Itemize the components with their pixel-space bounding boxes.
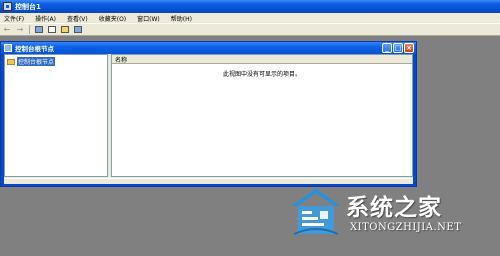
help-button[interactable] bbox=[73, 25, 83, 34]
show-hide-tree-button[interactable] bbox=[34, 25, 44, 34]
back-arrow-icon: ← bbox=[3, 25, 11, 34]
menu-favorites[interactable]: 收藏夹(O) bbox=[99, 14, 126, 23]
window-controls: _ □ × bbox=[381, 43, 414, 53]
menu-help[interactable]: 帮助(H) bbox=[171, 14, 192, 23]
menu-bar: 文件(F) 操作(A) 查看(V) 收藏夹(O) 窗口(W) 帮助(H) bbox=[0, 13, 500, 23]
forward-button[interactable]: → bbox=[15, 25, 25, 34]
toolbar: ← → bbox=[0, 23, 500, 36]
up-one-level-button[interactable] bbox=[47, 25, 57, 34]
column-header-label: 名称 bbox=[115, 56, 128, 64]
up-level-icon bbox=[48, 26, 56, 33]
watermark-logo: 系统之家 XITONGZHIJIA.NET bbox=[290, 178, 495, 250]
toolbar-separator bbox=[29, 25, 30, 34]
menu-window[interactable]: 窗口(W) bbox=[137, 14, 160, 23]
menu-file[interactable]: 文件(F) bbox=[4, 14, 24, 23]
empty-list-message: 此视图中没有可显示的项目。 bbox=[222, 71, 301, 78]
forward-arrow-icon: → bbox=[16, 25, 24, 34]
result-list[interactable]: 名称 此视图中没有可显示的项目。 bbox=[111, 54, 413, 177]
console-root-icon[interactable] bbox=[4, 44, 12, 52]
menu-view[interactable]: 查看(V) bbox=[67, 14, 88, 23]
export-list-icon bbox=[61, 26, 69, 33]
maximize-button[interactable]: □ bbox=[393, 43, 403, 53]
main-title: 控制台1 bbox=[15, 2, 41, 11]
column-header-name[interactable]: 名称 bbox=[112, 55, 412, 64]
main-title-bar[interactable]: 控制台1 bbox=[0, 0, 500, 13]
close-button[interactable]: × bbox=[404, 43, 414, 53]
console-tree[interactable]: 控制台根节点 bbox=[4, 54, 108, 177]
back-button[interactable]: ← bbox=[2, 25, 12, 34]
tree-item-label: 控制台根节点 bbox=[17, 57, 56, 66]
child-title-bar[interactable]: 控制台根节点 _ □ × bbox=[1, 42, 416, 54]
console-root-window: 控制台根节点 _ □ × 控制台根节点 名称 此视图中没有可显示的项目。 bbox=[0, 41, 417, 187]
menu-action[interactable]: 操作(A) bbox=[35, 14, 56, 23]
minimize-button[interactable]: _ bbox=[382, 43, 392, 53]
console-icon[interactable] bbox=[3, 2, 12, 11]
console-tree-icon bbox=[35, 26, 43, 33]
watermark-title: 系统之家 bbox=[346, 194, 442, 221]
tree-item-console-root[interactable]: 控制台根节点 bbox=[7, 57, 56, 66]
child-title: 控制台根节点 bbox=[15, 45, 54, 53]
watermark-url: XITONGZHIJIA.NET bbox=[350, 222, 462, 233]
folder-icon bbox=[7, 58, 15, 65]
export-list-button[interactable] bbox=[60, 25, 70, 34]
help-icon bbox=[74, 26, 82, 33]
house-logo-icon bbox=[292, 188, 340, 235]
content-area: 控制台根节点 名称 此视图中没有可显示的项目。 bbox=[4, 54, 413, 184]
